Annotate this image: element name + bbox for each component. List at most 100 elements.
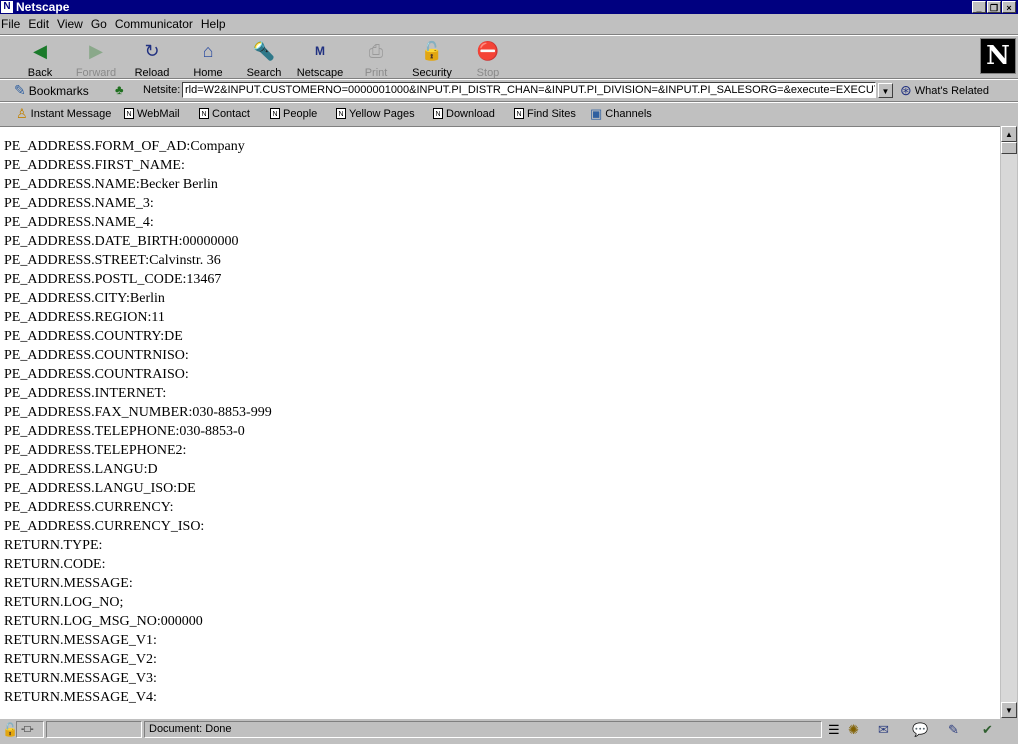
reload-icon: ↻ — [144, 41, 160, 61]
url-history-dropdown[interactable]: ▼ — [878, 83, 893, 98]
content-line: PE_ADDRESS.REGION:11 — [4, 310, 165, 325]
content-line: PE_ADDRESS.TELEPHONE2: — [4, 443, 187, 458]
stop-button[interactable]: ⛔ Stop — [460, 38, 516, 79]
status-text: Document: Done — [144, 721, 822, 738]
related-icon: ⊛ — [900, 82, 912, 98]
menu-bar: File Edit View Go Communicator Help — [0, 15, 1018, 33]
netscape-button[interactable]: M Netscape — [292, 38, 348, 79]
close-button[interactable]: × — [1002, 1, 1016, 13]
search-icon: 🔦 — [252, 41, 276, 61]
scroll-up-button[interactable]: ▲ — [1001, 126, 1017, 142]
content-line: RETURN.LOG_MSG_NO:000000 — [4, 614, 203, 629]
connection-status-icon: -□- — [16, 721, 44, 738]
content-line: PE_ADDRESS.LANGU_ISO:DE — [4, 481, 196, 496]
person-icon: ♙ — [16, 105, 28, 121]
content-line: PE_ADDRESS.LANGU:D — [4, 462, 158, 477]
yellow-pages-link[interactable]: N Yellow Pages — [336, 104, 415, 123]
window-title: Netscape — [16, 0, 70, 14]
home-icon: ⌂ — [202, 41, 214, 61]
reload-button[interactable]: ↻ Reload — [124, 38, 180, 79]
bookmarks-button[interactable]: ✎ Bookmarks — [14, 81, 89, 100]
bookmark-page-icon: N — [270, 108, 280, 119]
print-button[interactable]: ⎙ Print — [348, 38, 404, 79]
scroll-thumb[interactable] — [1001, 142, 1017, 154]
search-button[interactable]: 🔦 Search — [236, 38, 292, 79]
bookmark-page-icon: N — [199, 108, 209, 119]
channels-icon: ▣ — [590, 105, 603, 121]
printer-icon: ⎙ — [368, 41, 384, 61]
home-button[interactable]: ⌂ Home — [180, 38, 236, 79]
content-line: PE_ADDRESS.CITY:Berlin — [4, 291, 165, 306]
download-link[interactable]: N Download — [433, 104, 495, 123]
lock-icon: 🔓 — [420, 41, 444, 61]
component-bar-icon[interactable]: ☰ — [828, 722, 840, 738]
content-line: PE_ADDRESS.CURRENCY: — [4, 500, 174, 515]
navigation-toolbar: ◀ Back ▶ Forward ↻ Reload ⌂ Home 🔦 Searc… — [0, 36, 1018, 79]
scroll-down-button[interactable]: ▼ — [1001, 702, 1017, 718]
restore-button[interactable]: ❐ — [987, 1, 1001, 13]
instant-message-link[interactable]: ♙ Instant Message — [16, 104, 111, 123]
title-bar: N Netscape _ ❐ × — [0, 0, 1018, 14]
mail-icon[interactable]: ✉ — [878, 722, 889, 738]
page-proxy-icon[interactable]: ♣ — [115, 82, 124, 97]
menu-go[interactable]: Go — [90, 17, 112, 31]
back-button[interactable]: ◀ Back — [12, 38, 68, 79]
menu-edit[interactable]: Edit — [27, 17, 54, 31]
security-button[interactable]: 🔓 Security — [404, 38, 460, 79]
discussions-icon[interactable]: 💬 — [912, 722, 928, 738]
content-line: RETURN.CODE: — [4, 557, 106, 572]
whats-related-button[interactable]: ⊛ What's Related — [900, 81, 989, 100]
url-input[interactable]: rld=W2&INPUT.CUSTOMERNO=0000001000&INPUT… — [182, 82, 876, 98]
netscape-logo[interactable]: N — [980, 38, 1016, 74]
contact-link[interactable]: N Contact — [199, 104, 250, 123]
minimize-button[interactable]: _ — [972, 1, 986, 13]
content-line: PE_ADDRESS.NAME_3: — [4, 196, 154, 211]
content-line: RETURN.MESSAGE_V2: — [4, 652, 157, 667]
content-line: PE_ADDRESS.TELEPHONE:030-8853-0 — [4, 424, 245, 439]
forward-button[interactable]: ▶ Forward — [68, 38, 124, 79]
bookmark-page-icon: N — [433, 108, 443, 119]
content-line: PE_ADDRESS.COUNTRY:DE — [4, 329, 183, 344]
content-line: RETURN.MESSAGE_V1: — [4, 633, 157, 648]
menu-view[interactable]: View — [56, 17, 88, 31]
content-line: PE_ADDRESS.POSTL_CODE:13467 — [4, 272, 222, 287]
people-link[interactable]: N People — [270, 104, 317, 123]
find-sites-link[interactable]: N Find Sites — [514, 104, 576, 123]
content-line: RETURN.MESSAGE_V4: — [4, 690, 157, 705]
netscape-icon: M — [315, 44, 325, 58]
aim-icon[interactable]: ✔ — [982, 722, 993, 738]
page-content: PE_ADDRESS.FORM_OF_AD:Company PE_ADDRESS.… — [0, 126, 1000, 719]
content-line: PE_ADDRESS.FIRST_NAME: — [4, 158, 185, 173]
content-line: PE_ADDRESS.COUNTRNISO: — [4, 348, 189, 363]
forward-arrow-icon: ▶ — [89, 41, 103, 61]
back-arrow-icon: ◀ — [33, 41, 47, 61]
bookmarks-icon: ✎ — [14, 82, 26, 98]
content-line: PE_ADDRESS.COUNTRAISO: — [4, 367, 189, 382]
content-line: RETURN.MESSAGE_V3: — [4, 671, 157, 686]
personal-toolbar: ♙ Instant Message N WebMail N Contact N … — [0, 103, 1018, 124]
content-line: PE_ADDRESS.NAME_4: — [4, 215, 154, 230]
location-toolbar: ✎ Bookmarks ♣ Netsite: rld=W2&INPUT.CUST… — [0, 80, 1018, 101]
navigator-icon[interactable]: ✺ — [848, 722, 859, 738]
content-line: PE_ADDRESS.STREET:Calvinstr. 36 — [4, 253, 221, 268]
channels-link[interactable]: ▣ Channels — [590, 104, 652, 123]
content-line: PE_ADDRESS.INTERNET: — [4, 386, 167, 401]
bookmark-page-icon: N — [514, 108, 524, 119]
window-controls: _ ❐ × — [972, 1, 1016, 13]
menu-communicator[interactable]: Communicator — [114, 17, 198, 31]
menu-help[interactable]: Help — [200, 17, 231, 31]
netsite-label: Netsite: — [143, 84, 181, 96]
vertical-scrollbar[interactable]: ▲ ▼ — [1001, 126, 1017, 718]
content-line: RETURN.MESSAGE: — [4, 576, 133, 591]
content-line: RETURN.TYPE: — [4, 538, 103, 553]
menu-file[interactable]: File — [0, 17, 25, 31]
stop-icon: ⛔ — [476, 41, 500, 61]
composer-icon[interactable]: ✎ — [948, 722, 959, 738]
content-line: PE_ADDRESS.DATE_BIRTH:00000000 — [4, 234, 239, 249]
content-line: PE_ADDRESS.FORM_OF_AD:Company — [4, 139, 245, 154]
webmail-link[interactable]: N WebMail — [124, 104, 180, 123]
bookmark-page-icon: N — [124, 108, 134, 119]
content-line: PE_ADDRESS.NAME:Becker Berlin — [4, 177, 218, 192]
netscape-app-icon: N — [1, 1, 13, 13]
status-bar: 🔓 -□- Document: Done ☰ ✺ ✉ 💬 ✎ ✔ — [0, 719, 1018, 744]
